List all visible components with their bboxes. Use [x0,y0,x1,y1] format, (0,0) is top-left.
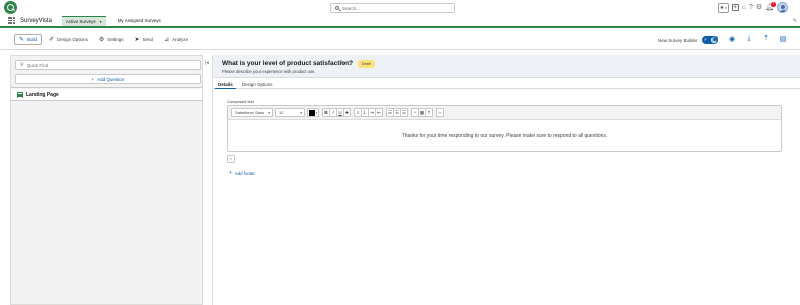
notifications-icon[interactable]: 🔔︎ 1 [765,2,776,11]
edit-nav-icon[interactable]: ✎ [793,18,797,24]
tab-design-options[interactable]: Design Options [239,79,276,89]
design-options-label: Design Options [57,37,88,42]
rich-text-editor: Salesforce Sans ▾ 12 ▾ ▾ B I U S ≡ ⒈ ⇥ ⇤… [227,105,782,152]
code-view-icon[interactable]: ‹› [436,108,444,117]
align-group: ☰ ☰ ☰ [386,108,408,117]
notification-badge: 1 [771,2,776,7]
code-group: ‹› [436,108,444,117]
font-size-value: 12 [279,110,284,115]
page-editor-panel: What is your level of product satisfacti… [212,55,800,305]
new-survey-builder-toggle: New Survey Builder [658,36,718,44]
add-footer-label: Add footer [234,170,255,176]
quick-find-input[interactable] [26,62,187,68]
page-description: Please describe your experience with pro… [222,69,316,74]
status-badge: Draft [358,60,375,68]
chevron-down-icon[interactable]: ▾ [100,19,102,24]
app-launcher-icon[interactable] [8,17,15,24]
align-right-icon[interactable]: ☰ [400,108,408,117]
build-tab[interactable]: ✎ Build [14,34,43,45]
font-family-select[interactable]: Salesforce Sans ▾ [231,108,273,117]
send-label: Send [142,37,154,42]
builder-toolbar: ✎ Build ✐ Design Options ⚙ Settings ➤ Se… [0,30,800,50]
send-icon: ➤ [134,37,140,43]
page-icon [17,91,23,98]
clipboard-icon[interactable]: ▤ [779,35,787,43]
add-question-label: Add Question [97,76,125,82]
chevron-down-icon: ▾ [300,110,302,115]
list-group: ≡ ⒈ ⇥ ⇤ [354,108,383,117]
outdent-icon[interactable]: ⇤ [375,108,383,117]
user-avatar[interactable] [777,2,788,13]
setup-gear-icon[interactable]: ⚙ [756,4,762,11]
global-actions-icon[interactable]: + [731,4,739,11]
help-icon[interactable]: ? [749,4,753,11]
send-tab[interactable]: ➤ Send [131,34,158,45]
analyze-label: Analyze [172,37,189,42]
editor-toolbar: Salesforce Sans ▾ 12 ▾ ▾ B I U S ≡ ⒈ ⇥ ⇤… [228,106,781,120]
trailhead-icon[interactable]: ⌂ [742,4,746,11]
nav-tab-label: Active Surveys [65,18,96,24]
global-search-input[interactable] [342,5,442,11]
app-nav-bar: SurveyVista Active Surveys ▾ My Assigned… [0,15,800,28]
design-options-tab[interactable]: ✐ Design Options [45,34,92,45]
edit-icon[interactable]: ▣ [711,35,719,43]
edit-pencil-icon[interactable]: ✎ [340,60,345,67]
global-header: ★▾ + ⌂ ? ⚙ 🔔︎1 [0,0,800,15]
page-header: What is your level of product satisfacti… [213,55,800,78]
search-icon: ⚲ [20,62,24,68]
plus-icon: + [229,170,232,176]
chevron-down-icon: ▾ [268,110,270,115]
color-swatch [308,109,315,116]
toolbar-actions: ▣ ◉ ⤓ ⤒ ▤ [711,35,787,43]
settings-tab[interactable]: ⚙ Settings [95,34,128,45]
add-footer-link[interactable]: + Add footer [229,170,255,176]
insert-group: ⚭ ▩ T [411,108,433,117]
collapse-panel-icon[interactable]: |◂ [205,60,209,66]
nav-tab-active-surveys[interactable]: Active Surveys ▾ [61,15,106,26]
add-question-button[interactable]: + Add Question [15,74,201,84]
brush-icon: ✐ [49,37,55,43]
page-title: What is your level of product satisfacti… [222,60,354,67]
quick-find[interactable]: ⚲ [15,60,201,70]
preview-eye-icon[interactable]: ◉ [728,35,736,43]
composed-text-label: Composed text [227,99,254,104]
format-group: B I U S [322,108,351,117]
font-family-value: Salesforce Sans [235,110,265,115]
divider [11,100,202,101]
utility-bar: ★ ▾ + ⌂ ? ⚙ 🔔︎ 1 [717,2,788,13]
analyze-tab[interactable]: ⊿ Analyze [160,34,192,45]
chevron-down-icon: ▾ [315,110,318,115]
nav-tab-my-assigned-surveys[interactable]: My Assigned Surveys [114,16,165,26]
page-tabs: Details Design Options [213,79,800,89]
favorites-button[interactable]: ★ ▾ [717,2,729,13]
chart-icon: ⊿ [164,37,170,43]
strikethrough-icon[interactable]: S [343,108,351,117]
build-label: Build [27,37,38,42]
page-item-label: Landing Page [26,91,59,98]
font-size-select[interactable]: 12 ▾ [275,108,305,117]
clear-formatting-icon[interactable]: T [425,108,433,117]
title-actions: ✎ ⟳ [340,60,353,67]
question-list-panel: ⚲ + Add Question Landing Page [10,55,203,305]
search-icon [335,6,339,10]
download-icon[interactable]: ⤓ [745,35,753,43]
tab-details[interactable]: Details [215,79,236,89]
wrench-icon: ✎ [19,37,25,43]
builder-toggle-label: New Survey Builder [658,37,698,43]
source-code-icon[interactable]: ‹› [227,155,235,163]
gear-icon: ⚙ [98,37,105,43]
text-color-picker[interactable]: ▾ [307,108,319,117]
global-search[interactable] [330,3,455,13]
refresh-icon[interactable]: ⟳ [348,60,353,67]
app-name: SurveyVista [20,17,52,24]
upload-icon[interactable]: ⤒ [762,35,770,43]
plus-icon: + [91,76,95,82]
app-logo-icon[interactable] [4,1,17,14]
page-item-landing[interactable]: Landing Page [11,89,202,100]
settings-label: Settings [107,37,124,42]
nav-tab-label: My Assigned Surveys [117,18,161,23]
editor-content[interactable]: Thanks for your time responding to our s… [228,120,781,152]
divider [11,87,202,88]
